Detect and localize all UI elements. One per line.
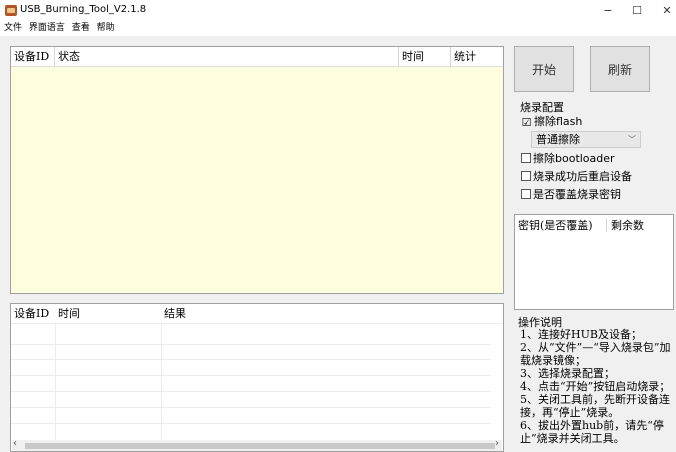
column-device-id[interactable]: 设备ID	[11, 304, 55, 324]
reboot-after-label: 烧录成功后重启设备	[533, 170, 632, 183]
column-divider	[606, 218, 607, 232]
column-divider	[161, 324, 162, 444]
erase-bootloader-label: 擦除	[533, 152, 555, 165]
table-row	[11, 391, 491, 392]
key-list[interactable]: 密钥(是否覆盖) 剩余数	[514, 214, 674, 310]
table-row	[11, 344, 491, 345]
reboot-after-checkbox[interactable]	[521, 171, 531, 181]
reboot-after-option[interactable]: 烧录成功后重启设备	[521, 170, 632, 184]
scrollbar-thumb[interactable]	[25, 443, 495, 449]
erase-flash-checkbox[interactable]: ☑	[521, 117, 532, 129]
instruction-line: 3、选择烧录配置；	[520, 367, 615, 380]
menu-bar: 文件 界面语言 查看 帮助	[0, 22, 676, 36]
table-row	[11, 423, 491, 424]
instruction-line: 4、点击“开始”按钮启动烧录；	[520, 380, 671, 393]
erase-bootloader-label-en: bootloader	[555, 152, 615, 165]
erase-flash-option[interactable]: ☑ 擦除flash	[521, 115, 583, 129]
key-column-header[interactable]: 密钥(是否覆盖)	[518, 217, 593, 233]
column-divider	[55, 324, 56, 444]
overwrite-key-checkbox[interactable]	[521, 189, 531, 199]
close-button[interactable]: ✕	[652, 0, 676, 22]
instruction-line: 1、连接好HUB及设备；	[520, 328, 642, 341]
column-device-id[interactable]: 设备ID	[11, 47, 55, 67]
device-status-header: 设备ID 状态 时间 统计	[11, 47, 503, 67]
column-time[interactable]: 时间	[55, 304, 163, 324]
refresh-button[interactable]: 刷新	[590, 46, 650, 92]
erase-flash-label-en: flash	[556, 115, 583, 128]
scroll-right-arrow[interactable]: ›	[495, 438, 499, 449]
table-row	[11, 359, 491, 360]
menu-view[interactable]: 查看	[72, 22, 90, 34]
erase-bootloader-checkbox[interactable]	[521, 153, 531, 163]
menu-file[interactable]: 文件	[4, 22, 22, 34]
chevron-down-icon: ﹀	[628, 135, 636, 144]
overwrite-key-label: 是否覆盖烧录密钥	[533, 188, 621, 201]
column-status[interactable]: 状态	[55, 47, 399, 67]
instruction-line: 5、关闭工具前，先断开设备连接，再“停止”烧录。	[520, 393, 670, 419]
maximize-button[interactable]: ☐	[622, 0, 652, 22]
instruction-line: 6、拔出外置hub前，请先“停止”烧录并关闭工具。	[520, 419, 664, 445]
erase-flash-label: 擦除	[534, 115, 556, 128]
erase-mode-select[interactable]: 普通擦除 ﹀	[531, 131, 641, 148]
column-time[interactable]: 时间	[399, 47, 451, 67]
overwrite-key-option[interactable]: 是否覆盖烧录密钥	[521, 188, 621, 202]
column-result[interactable]: 结果	[161, 304, 491, 324]
result-table[interactable]: 设备ID 时间 结果 ‹ ›	[10, 303, 504, 452]
device-status-table[interactable]: 设备ID 状态 时间 统计	[10, 46, 504, 294]
window-title: USB_Burning_Tool_V2.1.8	[20, 4, 147, 15]
table-row	[11, 375, 491, 376]
start-button[interactable]: 开始	[514, 46, 574, 92]
instructions-text: 1、连接好HUB及设备； 2、从“文件”—“导入烧录包”加载烧录镜像； 3、选择…	[520, 328, 674, 445]
erase-mode-value: 普通擦除	[536, 133, 580, 146]
menu-language[interactable]: 界面语言	[29, 22, 65, 34]
result-header: 设备ID 时间 结果	[11, 304, 503, 324]
scroll-left-arrow[interactable]: ‹	[13, 438, 17, 449]
app-icon	[5, 5, 17, 16]
minimize-button[interactable]: −	[593, 0, 623, 22]
table-row	[11, 407, 491, 408]
burn-config-title: 烧录配置	[520, 101, 564, 114]
remaining-column-header[interactable]: 剩余数	[611, 217, 644, 233]
instruction-line: 2、从“文件”—“导入烧录包”加载烧录镜像；	[520, 341, 671, 367]
menu-help[interactable]: 帮助	[97, 22, 115, 34]
erase-bootloader-option[interactable]: 擦除bootloader	[521, 152, 615, 166]
column-stats[interactable]: 统计	[451, 47, 503, 67]
